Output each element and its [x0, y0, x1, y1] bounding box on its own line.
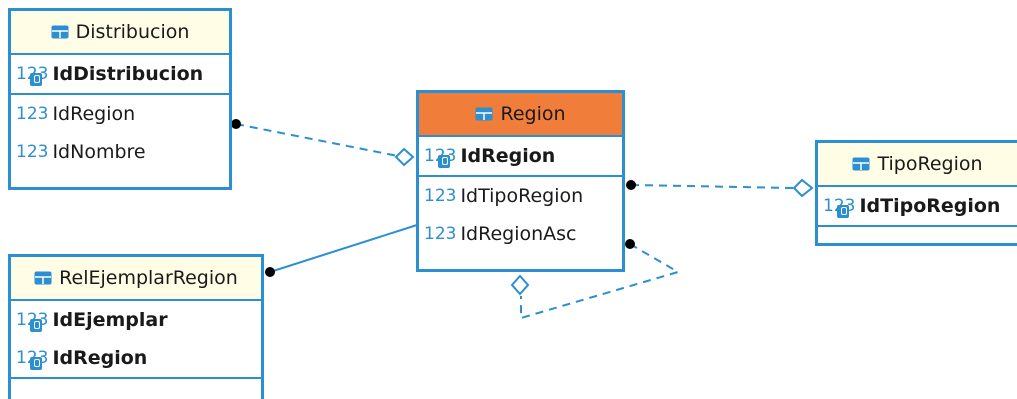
connector-end-dot	[626, 180, 636, 190]
entity-title: RelEjemplarRegion	[59, 267, 238, 289]
connector-end-dot	[625, 239, 635, 249]
connector-end-dot	[265, 267, 275, 277]
column-name: IdEjemplar	[52, 309, 168, 331]
entity-title: TipoRegion	[877, 153, 983, 175]
entity-title: Distribucion	[75, 21, 190, 43]
column-row[interactable]: 123 IdRegion	[11, 339, 261, 377]
connector-end-diamond	[394, 147, 415, 167]
connector-region-tiporegion[interactable]	[630, 184, 795, 189]
connector-end-diamond	[792, 178, 814, 198]
column-row[interactable]: 123 IdRegion	[11, 95, 229, 133]
numeric-type-icon: 123	[16, 310, 48, 332]
table-icon	[475, 107, 493, 121]
key-icon	[438, 155, 450, 168]
column-row[interactable]: 123 IdTipoRegion	[818, 187, 1017, 225]
entity-header[interactable]: Distribucion	[11, 11, 229, 55]
numeric-type-icon: 123	[823, 196, 855, 218]
numeric-type-icon: 123	[16, 142, 49, 162]
table-icon	[34, 271, 52, 285]
column-row[interactable]: 123 IdNombre	[11, 133, 229, 171]
connector-end-diamond	[510, 274, 530, 296]
entity-header[interactable]: Region	[419, 93, 622, 137]
entity-header[interactable]: TipoRegion	[818, 143, 1017, 187]
column-row[interactable]: 123 IdDistribucion	[11, 55, 229, 93]
column-name: IdNombre	[52, 141, 146, 163]
numeric-type-icon: 123	[16, 348, 48, 370]
column-name: IdDistribucion	[52, 63, 204, 85]
table-icon	[852, 157, 870, 171]
column-row[interactable]: 123 IdEjemplar	[11, 301, 261, 339]
column-name: IdRegion	[52, 103, 136, 125]
numeric-type-icon: 123	[424, 186, 457, 206]
key-icon	[30, 357, 42, 370]
column-name: IdRegion	[52, 347, 148, 369]
column-row[interactable]: 123 IdRegionAsc	[419, 215, 622, 253]
numeric-type-icon: 123	[424, 146, 456, 168]
table-icon	[51, 25, 69, 39]
column-name: IdRegion	[460, 145, 556, 167]
entity-tiporegion[interactable]: TipoRegion 123 IdTipoRegion	[815, 140, 1017, 246]
key-icon	[30, 319, 42, 332]
entity-distribucion[interactable]: Distribucion 123 IdDistribucion 123 IdRe…	[8, 8, 232, 190]
key-icon	[30, 73, 42, 86]
entity-title: Region	[500, 103, 566, 125]
numeric-type-icon: 123	[16, 64, 48, 86]
column-name: IdTipoRegion	[460, 185, 584, 207]
entity-header[interactable]: RelEjemplarRegion	[11, 257, 261, 301]
numeric-type-icon: 123	[16, 104, 49, 124]
connector-distribucion-region[interactable]	[235, 123, 399, 157]
entity-region[interactable]: Region 123 IdRegion 123 IdTipoRegion 123…	[416, 90, 625, 272]
key-separator	[818, 225, 1017, 227]
key-separator	[11, 377, 261, 379]
connector-relejemplar-region[interactable]	[269, 224, 418, 273]
key-icon	[837, 205, 849, 218]
entity-relejemplarregion[interactable]: RelEjemplarRegion 123 IdEjemplar 123 IdR…	[8, 254, 264, 399]
column-row[interactable]: 123 IdTipoRegion	[419, 177, 622, 215]
numeric-type-icon: 123	[424, 224, 457, 244]
connector-end-dot	[231, 119, 241, 129]
column-name: IdTipoRegion	[859, 195, 1001, 217]
column-name: IdRegionAsc	[460, 223, 577, 245]
column-row[interactable]: 123 IdRegion	[419, 137, 622, 175]
